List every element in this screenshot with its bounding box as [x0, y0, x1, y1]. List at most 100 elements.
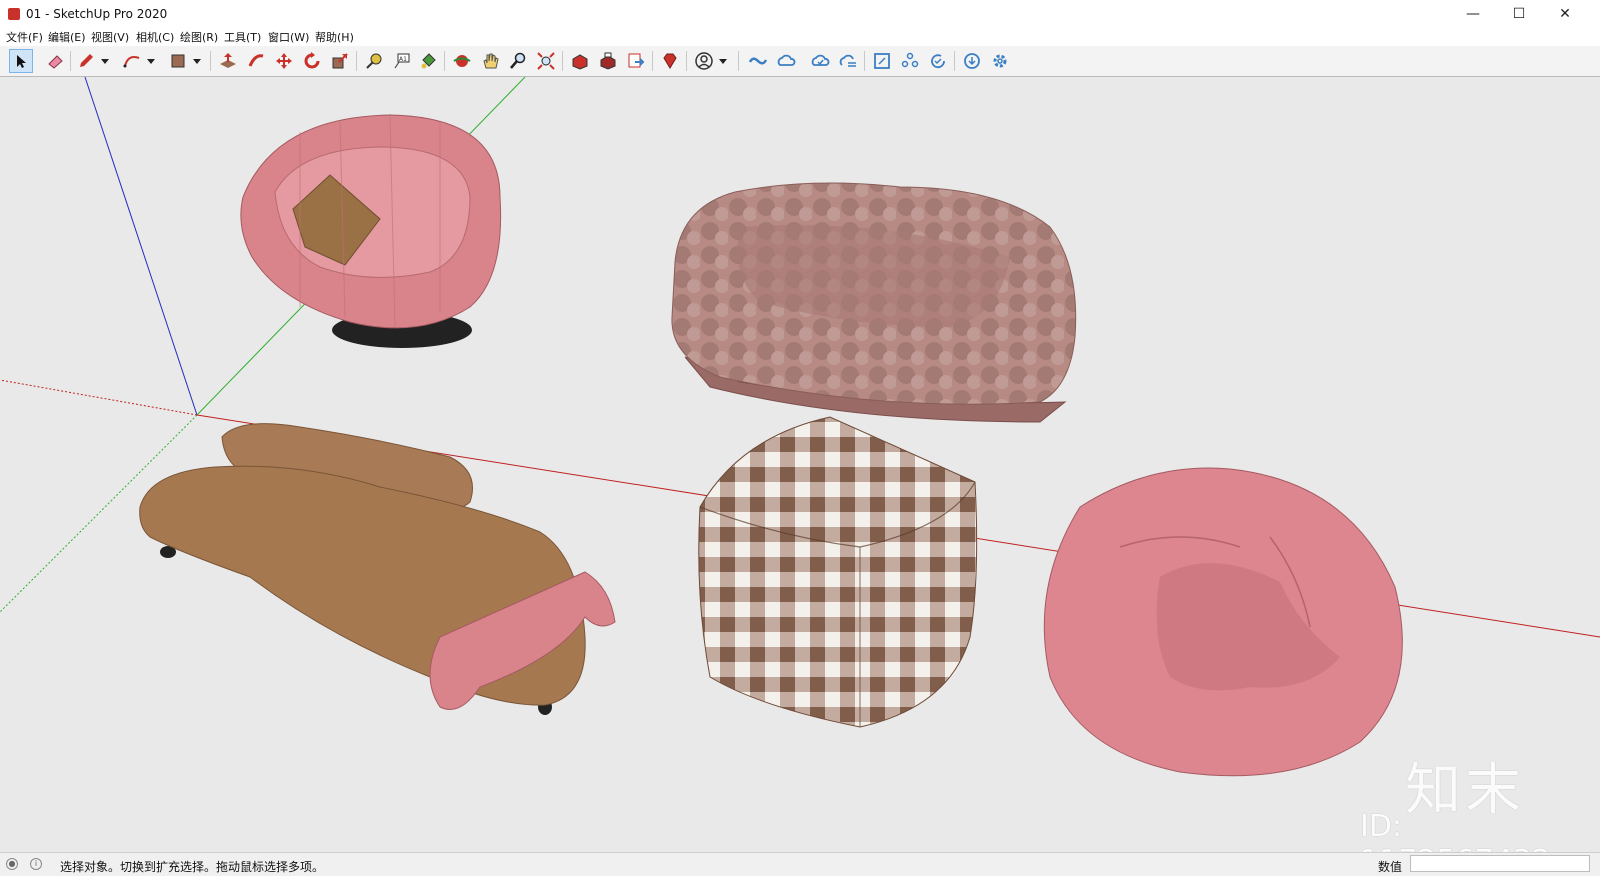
maximize-button[interactable]: ☐	[1496, 0, 1542, 28]
model-viewport[interactable]: 知末 ID: 1172567432	[0, 77, 1600, 852]
ruby-console-button[interactable]	[658, 49, 682, 73]
blue-axis	[84, 77, 198, 416]
sketchup-logo-icon	[8, 8, 20, 20]
measurements-label: 数值	[1378, 860, 1403, 874]
model-id-text: ID: 1172567432	[1360, 809, 1551, 852]
menu-file[interactable]: 文件(F)	[6, 29, 43, 45]
window-frame-icon	[874, 53, 890, 69]
settings-icon	[993, 54, 1007, 68]
extension-warehouse-button[interactable]	[596, 49, 620, 73]
push-pull-icon	[220, 53, 236, 68]
cloud-list-icon	[839, 54, 856, 67]
red-axis-hidden	[0, 379, 198, 416]
cloud-sync-icon	[811, 54, 830, 66]
menu-bar: 文件(F) 编辑(E) 视图(V) 相机(C) 绘图(R) 工具(T) 窗口(W…	[0, 28, 1600, 46]
menu-window[interactable]: 窗口(W)	[268, 29, 309, 45]
menu-edit[interactable]: 编辑(E)	[48, 29, 86, 45]
chevron-down-icon	[101, 58, 109, 64]
cloud-sync-button[interactable]	[808, 49, 832, 73]
pink-tub-armchair[interactable]	[240, 114, 502, 348]
window-frame-button[interactable]	[870, 49, 894, 73]
zoom-icon	[510, 52, 526, 69]
zoom-extents-button[interactable]	[534, 49, 558, 73]
svg-text:A1: A1	[399, 56, 407, 63]
info-icon[interactable]: i	[30, 858, 42, 870]
paint-bucket-tool-button[interactable]	[416, 49, 440, 73]
close-button[interactable]: ✕	[1542, 0, 1588, 28]
rectangle-dropdown[interactable]	[192, 49, 202, 73]
rectangle-icon	[171, 54, 185, 68]
menu-tools[interactable]: 工具(T)	[224, 29, 261, 45]
download-button[interactable]	[960, 49, 984, 73]
follow-me-icon	[248, 54, 264, 67]
chaise-lounge[interactable]	[139, 423, 616, 715]
pencil-dropdown[interactable]	[100, 49, 110, 73]
bubble-sofa[interactable]	[671, 182, 1077, 423]
move-icon	[276, 53, 292, 69]
main-toolbar: A1	[0, 46, 1600, 77]
tape-measure-tool-button[interactable]	[362, 49, 386, 73]
zoom-extents-icon	[537, 52, 555, 70]
follow-me-tool-button[interactable]	[244, 49, 268, 73]
text-tool-button[interactable]: A1	[390, 49, 414, 73]
rotate-tool-button[interactable]	[300, 49, 324, 73]
trimble-connect-icon	[748, 57, 768, 65]
plaid-pouf[interactable]	[698, 416, 978, 728]
measurements-input[interactable]	[1410, 855, 1590, 872]
scene-canvas[interactable]	[0, 77, 1600, 852]
menu-camera[interactable]: 相机(C)	[136, 29, 174, 45]
chevron-down-icon	[719, 58, 727, 64]
arc-dropdown[interactable]	[146, 49, 156, 73]
status-bar: ● i 选择对象。切换到扩充选择。拖动鼠标选择多项。 数值	[0, 852, 1600, 876]
profile-icon	[695, 52, 713, 70]
orbit-tool-button[interactable]	[450, 49, 474, 73]
orbit-icon	[453, 55, 471, 67]
scale-tool-button[interactable]	[328, 49, 352, 73]
refresh-icon	[931, 54, 945, 69]
ruby-icon	[663, 53, 677, 69]
send-to-layout-button[interactable]	[624, 49, 648, 73]
cloud-share-icon	[777, 54, 796, 66]
chevron-down-icon	[193, 58, 201, 64]
profile-button[interactable]	[692, 49, 716, 73]
chevron-down-icon	[147, 58, 155, 64]
menu-view[interactable]: 视图(V)	[91, 29, 129, 45]
arc-icon	[123, 56, 140, 68]
window-title: 01 - SketchUp Pro 2020	[26, 7, 168, 21]
trimble-connect-button[interactable]	[746, 49, 770, 73]
warehouse-icon	[572, 54, 588, 70]
menu-help[interactable]: 帮助(H)	[315, 29, 354, 45]
menu-draw[interactable]: 绘图(R)	[180, 29, 218, 45]
profile-dropdown[interactable]	[718, 49, 728, 73]
text-icon: A1	[394, 53, 410, 69]
send-to-layout-icon	[628, 53, 645, 68]
eraser-icon	[48, 55, 63, 69]
arc-tool-button[interactable]	[120, 49, 144, 73]
scale-icon	[332, 53, 348, 69]
pencil-tool-button[interactable]	[74, 49, 98, 73]
pencil-icon	[80, 54, 93, 67]
eraser-tool-button[interactable]	[43, 49, 67, 73]
select-tool-button[interactable]	[9, 49, 33, 73]
pan-tool-button[interactable]	[478, 49, 502, 73]
minimize-button[interactable]: —	[1450, 0, 1496, 28]
zoom-tool-button[interactable]	[506, 49, 530, 73]
settings-button[interactable]	[988, 49, 1012, 73]
geo-location-icon[interactable]: ●	[6, 858, 18, 870]
rotate-icon	[304, 52, 320, 69]
refresh-button[interactable]	[926, 49, 950, 73]
download-icon	[964, 53, 980, 69]
move-tool-button[interactable]	[272, 49, 296, 73]
status-hint: 选择对象。切换到扩充选择。拖动鼠标选择多项。	[60, 860, 325, 874]
push-pull-tool-button[interactable]	[216, 49, 240, 73]
cloud-list-button[interactable]	[836, 49, 860, 73]
pink-beanbag[interactable]	[1043, 467, 1403, 777]
rectangle-tool-button[interactable]	[166, 49, 190, 73]
pan-icon	[483, 53, 499, 69]
3d-warehouse-button[interactable]	[568, 49, 592, 73]
select-icon	[17, 55, 26, 68]
components-button[interactable]	[898, 49, 922, 73]
cloud-share-button[interactable]	[774, 49, 798, 73]
paint-bucket-icon	[421, 53, 436, 69]
components-icon	[901, 52, 919, 68]
